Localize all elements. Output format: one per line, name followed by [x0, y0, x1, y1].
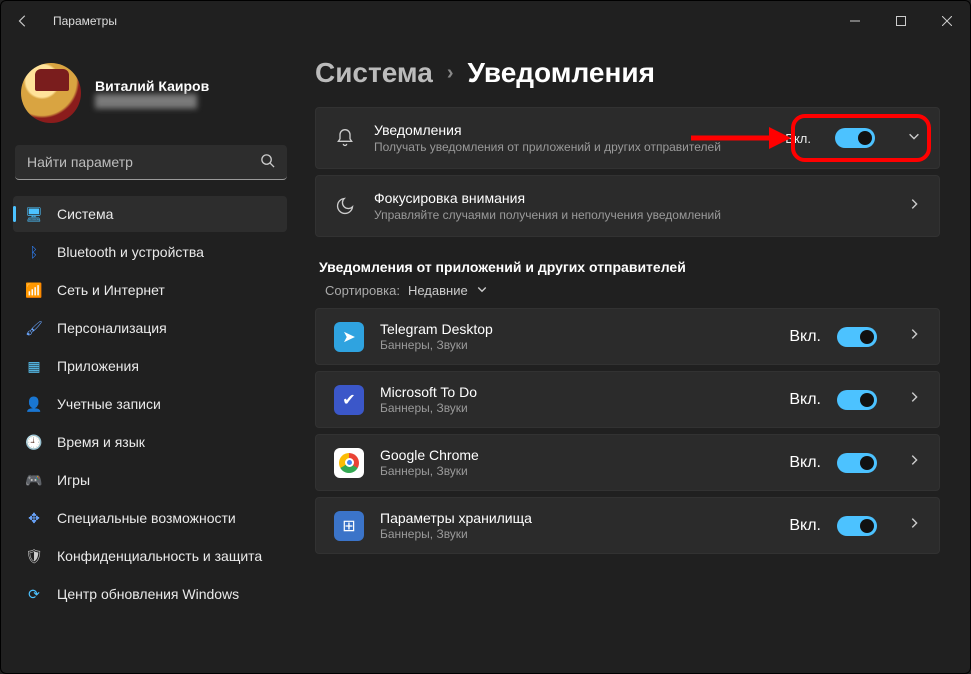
todo-app-icon: ✔ [334, 385, 364, 415]
sidebar-item-label: Конфиденциальность и защита [57, 548, 262, 564]
notifications-toggle[interactable] [835, 128, 875, 148]
sidebar-item-privacy[interactable]: 🛡 Конфиденциальность и защита [13, 538, 287, 574]
network-icon: 📶 [25, 281, 43, 299]
sidebar-item-label: Сеть и Интернет [57, 282, 165, 298]
chevron-down-icon [476, 283, 488, 298]
app-toggle[interactable] [837, 516, 877, 536]
app-row-todo[interactable]: ✔ Microsoft To Do Баннеры, Звуки Вкл. [315, 371, 940, 428]
titlebar: Параметры [1, 1, 970, 41]
app-title: Google Chrome [380, 447, 773, 463]
search-input[interactable] [15, 145, 287, 180]
sort-label: Сортировка: [325, 283, 400, 298]
sidebar-item-label: Центр обновления Windows [57, 586, 239, 602]
system-icon: 🖥 [25, 205, 43, 223]
close-button[interactable] [924, 1, 970, 41]
window-title: Параметры [53, 14, 832, 28]
breadcrumb: Система › Уведомления [315, 57, 940, 89]
sidebar-item-system[interactable]: 🖥 Система [13, 196, 287, 232]
search-box[interactable] [15, 145, 287, 180]
app-row-storage[interactable]: ⊞ Параметры хранилища Баннеры, Звуки Вкл… [315, 497, 940, 554]
notifications-master-card[interactable]: Уведомления Получать уведомления от прил… [315, 107, 940, 169]
profile-email: ████████████ [95, 94, 209, 108]
time-icon: 🕘 [25, 433, 43, 451]
bluetooth-icon: ᛒ [25, 243, 43, 261]
chevron-down-icon[interactable] [907, 129, 921, 148]
sidebar-item-label: Приложения [57, 358, 139, 374]
app-desc: Баннеры, Звуки [380, 338, 773, 352]
chevron-right-icon: › [447, 62, 454, 85]
avatar [21, 63, 81, 123]
chevron-right-icon[interactable] [907, 327, 921, 346]
sidebar-item-apps[interactable]: ▦ Приложения [13, 348, 287, 384]
minimize-button[interactable] [832, 1, 878, 41]
sidebar-item-label: Игры [57, 472, 90, 488]
app-desc: Баннеры, Звуки [380, 464, 773, 478]
sort-value: Недавние [408, 283, 468, 298]
main-content: Система › Уведомления Уведомления Получа… [301, 41, 970, 673]
app-desc: Баннеры, Звуки [380, 527, 773, 541]
page-title: Уведомления [468, 57, 655, 89]
personalization-icon: 🖌 [25, 319, 43, 337]
sidebar-item-network[interactable]: 📶 Сеть и Интернет [13, 272, 287, 308]
toggle-state-label: Вкл. [789, 328, 821, 346]
app-toggle[interactable] [837, 327, 877, 347]
telegram-app-icon: ➤ [334, 322, 364, 352]
maximize-button[interactable] [878, 1, 924, 41]
sidebar-item-label: Система [57, 206, 113, 222]
app-toggle[interactable] [837, 453, 877, 473]
toggle-state-label: Вкл. [789, 454, 821, 472]
profile-block[interactable]: Виталий Каиров ████████████ [9, 51, 293, 141]
chevron-right-icon[interactable] [907, 516, 921, 535]
sidebar-item-label: Bluetooth и устройства [57, 244, 204, 260]
sidebar: Виталий Каиров ████████████ 🖥 Системаᛒ B… [1, 41, 301, 673]
profile-name: Виталий Каиров [95, 78, 209, 94]
sidebar-item-time[interactable]: 🕘 Время и язык [13, 424, 287, 460]
app-desc: Баннеры, Звуки [380, 401, 773, 415]
bell-icon [334, 128, 356, 148]
card-title: Фокусировка внимания [374, 190, 875, 206]
card-title: Уведомления [374, 122, 767, 138]
card-desc: Получать уведомления от приложений и дру… [374, 140, 767, 154]
sidebar-item-label: Время и язык [57, 434, 145, 450]
accessibility-icon: ✥ [25, 509, 43, 527]
app-row-telegram[interactable]: ➤ Telegram Desktop Баннеры, Звуки Вкл. [315, 308, 940, 365]
toggle-state-label: Вкл. [789, 391, 821, 409]
nav-list: 🖥 Системаᛒ Bluetooth и устройства📶 Сеть … [9, 194, 293, 614]
moon-icon [334, 196, 356, 216]
card-desc: Управляйте случаями получения и неполуче… [374, 208, 794, 222]
apps-icon: ▦ [25, 357, 43, 375]
sidebar-item-label: Учетные записи [57, 396, 161, 412]
back-icon[interactable] [15, 13, 31, 29]
chevron-right-icon[interactable] [907, 453, 921, 472]
chevron-right-icon[interactable] [907, 197, 921, 216]
privacy-icon: 🛡 [25, 547, 43, 565]
sidebar-item-update[interactable]: ⟳ Центр обновления Windows [13, 576, 287, 612]
storage-app-icon: ⊞ [334, 511, 364, 541]
focus-assist-card[interactable]: Фокусировка внимания Управляйте случаями… [315, 175, 940, 237]
sidebar-item-label: Персонализация [57, 320, 167, 336]
sidebar-item-bluetooth[interactable]: ᛒ Bluetooth и устройства [13, 234, 287, 270]
sidebar-item-label: Специальные возможности [57, 510, 236, 526]
sidebar-item-accounts[interactable]: 👤 Учетные записи [13, 386, 287, 422]
search-icon [260, 153, 275, 173]
gaming-icon: 🎮 [25, 471, 43, 489]
toggle-state-label: Вкл. [785, 131, 811, 146]
chevron-right-icon[interactable] [907, 390, 921, 409]
app-toggle[interactable] [837, 390, 877, 410]
chrome-app-icon [334, 448, 364, 478]
toggle-state-label: Вкл. [789, 517, 821, 535]
sort-dropdown[interactable]: Сортировка: Недавние [325, 283, 940, 298]
breadcrumb-root[interactable]: Система [315, 57, 433, 89]
sidebar-item-accessibility[interactable]: ✥ Специальные возможности [13, 500, 287, 536]
app-title: Microsoft To Do [380, 384, 773, 400]
app-title: Параметры хранилища [380, 510, 773, 526]
sidebar-item-gaming[interactable]: 🎮 Игры [13, 462, 287, 498]
sidebar-item-personalization[interactable]: 🖌 Персонализация [13, 310, 287, 346]
accounts-icon: 👤 [25, 395, 43, 413]
app-title: Telegram Desktop [380, 321, 773, 337]
update-icon: ⟳ [25, 585, 43, 603]
app-row-chrome[interactable]: Google Chrome Баннеры, Звуки Вкл. [315, 434, 940, 491]
section-title: Уведомления от приложений и других отпра… [319, 259, 940, 275]
